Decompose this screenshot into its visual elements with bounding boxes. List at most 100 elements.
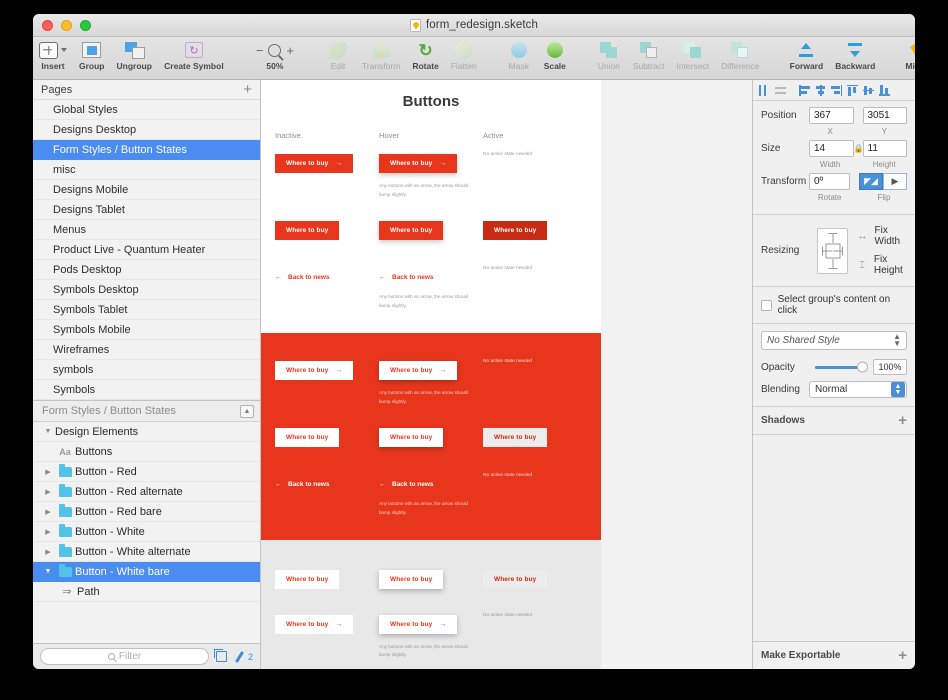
group-button[interactable]: Group [73, 40, 111, 71]
button-where-to-buy-hover[interactable]: Where to buy → [379, 154, 458, 173]
rotate-button[interactable]: ↻ Rotate [406, 40, 444, 72]
button-where-to-buy-active-onred-plain[interactable]: Where to buy [483, 428, 548, 448]
align-top-icon[interactable] [845, 83, 860, 98]
select-group-content-row[interactable]: Select group's content on click [753, 287, 915, 324]
button-where-to-buy-hover-ongray-arrow[interactable]: Where to buy → [379, 614, 458, 634]
button-where-to-buy-hover-onred[interactable]: Where to buy → [379, 360, 458, 380]
layer-button-red-bare[interactable]: ▶ Button - Red bare [33, 502, 260, 522]
fix-width-option[interactable]: ↔ Fix Width [856, 225, 907, 247]
difference-button[interactable]: Difference [715, 40, 766, 71]
add-page-button[interactable]: + [243, 82, 252, 97]
lock-icon[interactable]: 🔒 [854, 144, 864, 153]
layers-list[interactable]: ▼ Design Elements Aa Buttons ▶ Button - … [33, 422, 260, 643]
flip-vertical-icon[interactable]: ▶ [883, 173, 907, 190]
page-item-symbols-lower[interactable]: symbols [33, 360, 260, 380]
link-back-to-news-inactive-onred[interactable]: ← Back to news [275, 481, 330, 488]
page-item-misc[interactable]: misc [33, 160, 260, 180]
button-where-to-buy-inactive-onred-plain[interactable]: Where to buy [275, 428, 340, 448]
layer-button-white-bare[interactable]: ▼ Button - White bare [33, 562, 260, 582]
page-item-pods-desktop[interactable]: Pods Desktop [33, 260, 260, 280]
edit-button[interactable]: Edit [320, 40, 356, 71]
page-item-symbols[interactable]: Symbols [33, 380, 260, 400]
link-back-to-news-hover[interactable]: ← Back to news [379, 274, 434, 281]
add-shadow-button[interactable]: + [898, 413, 907, 428]
duplicate-icon[interactable] [213, 649, 227, 662]
align-middle-vertical-icon[interactable] [861, 83, 876, 98]
page-item-symbols-desktop[interactable]: Symbols Desktop [33, 280, 260, 300]
align-center-horizontal-icon[interactable] [813, 83, 828, 98]
align-distribute-horizontal-icon[interactable] [757, 83, 772, 98]
disclosure-triangle-icon[interactable]: ▶ [41, 468, 55, 476]
size-height-input[interactable]: 11 [862, 140, 907, 157]
page-item-symbols-tablet[interactable]: Symbols Tablet [33, 300, 260, 320]
align-bottom-icon[interactable] [877, 83, 892, 98]
transform-button[interactable]: Transform [356, 40, 406, 71]
button-where-to-buy-active-plain[interactable]: Where to buy [483, 221, 548, 241]
rotate-input[interactable]: 0º [809, 173, 850, 190]
flatten-button[interactable]: Flatten [445, 37, 483, 71]
subtract-button[interactable]: Subtract [627, 40, 671, 71]
blending-select[interactable]: Normal ▲ ▼ [809, 381, 907, 398]
align-right-icon[interactable] [829, 83, 844, 98]
opacity-slider-knob[interactable] [857, 361, 869, 373]
create-symbol-button[interactable]: ↻ Create Symbol [158, 40, 230, 71]
page-item-wireframes[interactable]: Wireframes [33, 340, 260, 360]
page-item-symbols-mobile[interactable]: Symbols Mobile [33, 320, 260, 340]
backward-button[interactable]: Backward [829, 40, 881, 71]
button-where-to-buy-hover-plain[interactable]: Where to buy [379, 221, 444, 241]
union-button[interactable]: Union [591, 40, 627, 71]
layer-button-red[interactable]: ▶ Button - Red [33, 462, 260, 482]
opacity-slider[interactable] [815, 361, 869, 373]
button-where-to-buy-inactive-onred[interactable]: Where to buy → [275, 360, 354, 380]
zoom-control[interactable]: − + 50% [248, 40, 302, 71]
layer-button-white[interactable]: ▶ Button - White [33, 522, 260, 542]
canvas-area[interactable]: Buttons Inactive Hover Active Where to b… [261, 80, 752, 669]
chevron-updown-icon[interactable]: ▲ ▼ [893, 332, 901, 348]
flip-buttons[interactable]: ◤◢ ▶ [859, 173, 907, 190]
zoom-in-icon[interactable]: + [286, 44, 294, 57]
button-where-to-buy-inactive-ongray[interactable]: Where to buy [275, 569, 340, 589]
ungroup-button[interactable]: Ungroup [111, 40, 158, 71]
collapse-panel-icon[interactable]: ▲ [240, 404, 254, 418]
button-where-to-buy-inactive-plain[interactable]: Where to buy [275, 221, 340, 241]
button-where-to-buy-hover-ongray[interactable]: Where to buy [379, 569, 444, 589]
layer-design-elements[interactable]: ▼ Design Elements [33, 422, 260, 442]
fix-height-option[interactable]: ⌶ Fix Height [856, 254, 907, 276]
pages-list[interactable]: Global Styles Designs Desktop Form Style… [33, 100, 260, 400]
shared-style-dropdown[interactable]: No Shared Style ▲ ▼ [761, 331, 907, 350]
layer-button-white-alternate[interactable]: ▶ Button - White alternate [33, 542, 260, 562]
disclosure-triangle-icon[interactable]: ▶ [41, 548, 55, 556]
button-where-to-buy-inactive-ongray-arrow[interactable]: Where to buy → [275, 614, 354, 634]
select-group-checkbox[interactable] [761, 299, 772, 311]
page-item-designs-tablet[interactable]: Designs Tablet [33, 200, 260, 220]
page-item-menus[interactable]: Menus [33, 220, 260, 240]
align-left-icon[interactable] [797, 83, 812, 98]
disclosure-triangle-icon[interactable]: ▼ [41, 428, 55, 435]
chevron-updown-icon[interactable]: ▲ ▼ [891, 382, 905, 397]
add-export-button[interactable]: + [898, 648, 907, 663]
disclosure-triangle-icon[interactable]: ▶ [41, 508, 55, 516]
page-item-designs-desktop[interactable]: Designs Desktop [33, 120, 260, 140]
artboard-form-styles-button-states[interactable]: Buttons Inactive Hover Active Where to b… [261, 80, 601, 669]
flip-horizontal-icon[interactable]: ◤◢ [859, 173, 883, 190]
page-item-product-live-quantum-heater[interactable]: Product Live - Quantum Heater [33, 240, 260, 260]
mask-button[interactable]: Mask [501, 40, 537, 71]
size-width-input[interactable]: 14 [809, 140, 854, 157]
align-distribute-vertical-icon[interactable] [773, 83, 788, 98]
scale-button[interactable]: Scale [537, 40, 573, 71]
forward-button[interactable]: Forward [784, 40, 830, 71]
pen-icon[interactable] [234, 651, 246, 663]
page-item-global-styles[interactable]: Global Styles [33, 100, 260, 120]
layer-path[interactable]: ⇒ Path [33, 582, 260, 602]
button-where-to-buy-inactive[interactable]: Where to buy → [275, 154, 354, 173]
search-input[interactable]: Filter [40, 648, 209, 665]
link-back-to-news-inactive[interactable]: ← Back to news [275, 274, 330, 281]
position-x-input[interactable]: 367 [809, 107, 854, 124]
opacity-value-input[interactable]: 100% [873, 359, 907, 375]
layer-buttons-text[interactable]: Aa Buttons [33, 442, 260, 462]
layer-button-red-alternate[interactable]: ▶ Button - Red alternate [33, 482, 260, 502]
resizing-anchor-control[interactable] [817, 227, 849, 274]
insert-button[interactable]: Insert [33, 40, 73, 71]
disclosure-triangle-icon[interactable]: ▶ [41, 488, 55, 496]
page-item-form-styles-button-states[interactable]: Form Styles / Button States [33, 140, 260, 160]
